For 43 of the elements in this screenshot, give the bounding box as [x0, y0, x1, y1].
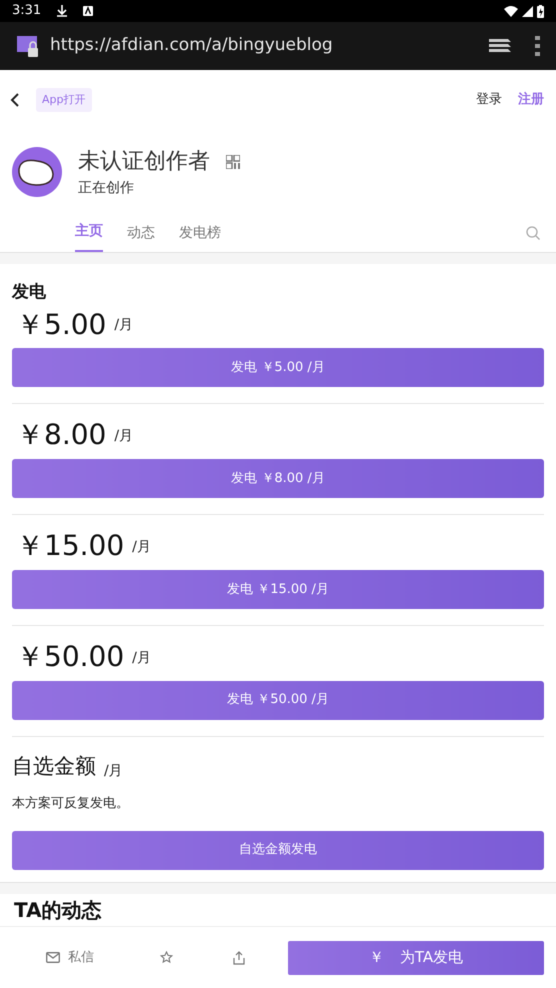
plan-note: 本方案可反复发电。 [12, 795, 130, 814]
custom-amount-title: 自选金额 [12, 752, 96, 780]
period-text: /月 [114, 427, 134, 446]
support-tier-button[interactable]: 发电 ￥8.00 /月 [12, 459, 544, 498]
custom-amount-button[interactable]: 自选金额发电 [12, 830, 544, 870]
register-link[interactable]: 注册 [518, 90, 544, 110]
period-text: /月 [132, 648, 151, 668]
avatar-icon [12, 147, 62, 197]
signal-icon [522, 6, 533, 16]
price-text: ￥50.00 [16, 642, 124, 673]
profile-tab[interactable]: 动态 [127, 217, 155, 252]
url-text: https://afdian.com/a/bingyueblog [50, 34, 333, 58]
login-link[interactable]: 登录 [476, 90, 502, 110]
period-text: /月 [104, 762, 123, 782]
price-text: ￥5.00 [16, 310, 106, 340]
tabs-icon[interactable] [489, 38, 511, 54]
profile-tab[interactable]: 发电榜 [179, 217, 221, 252]
download-icon [57, 5, 68, 17]
status-time: 3:31 [12, 2, 42, 20]
support-tier-button[interactable]: 发电 ￥5.00 /月 [12, 348, 544, 388]
message-button[interactable]: 私信 [40, 946, 100, 968]
wifi-icon [504, 6, 518, 16]
section-title: 发电 [12, 281, 47, 304]
mail-icon [46, 952, 60, 963]
support-tier-button[interactable]: 发电 ￥15.00 /月 [12, 570, 544, 609]
qr-code-icon[interactable] [226, 154, 240, 168]
creator-status: 正在创作 [78, 179, 135, 198]
support-tier-button[interactable]: 发电 ￥50.00 /月 [12, 680, 544, 720]
price-text: ￥8.00 [16, 420, 106, 452]
support-button[interactable]: ￥ 为TA发电 [288, 940, 544, 974]
star-icon[interactable] [160, 951, 173, 964]
back-icon[interactable] [10, 93, 20, 107]
price-text: ￥15.00 [16, 531, 124, 562]
period-text: /月 [132, 538, 151, 557]
more-icon[interactable] [535, 36, 540, 56]
search-icon[interactable] [526, 226, 540, 240]
share-icon[interactable] [233, 950, 245, 964]
creator-name: 未认证创作者 [78, 148, 210, 176]
battery-icon [537, 4, 544, 18]
period-text: /月 [114, 316, 134, 336]
section-title: TA的动态 [13, 896, 103, 922]
app-open-button[interactable]: App打开 [36, 88, 92, 112]
notification-icon [83, 6, 94, 16]
